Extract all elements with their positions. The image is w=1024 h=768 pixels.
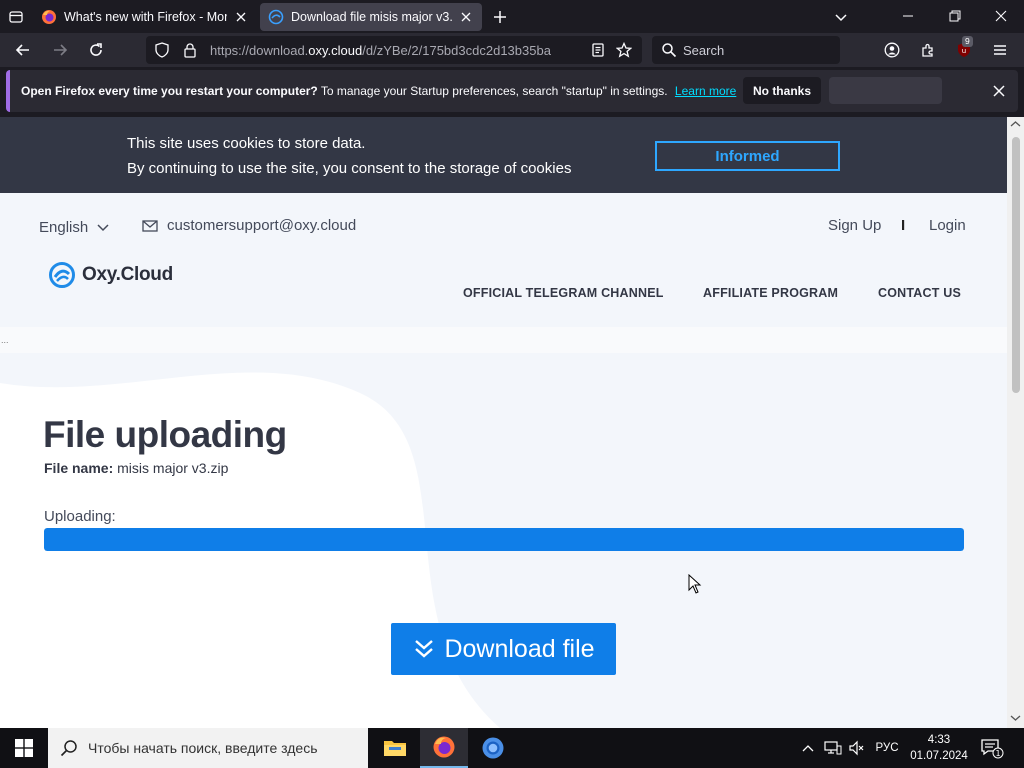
- oxy-cloud-logo[interactable]: Oxy.Cloud: [48, 261, 173, 289]
- vertical-scrollbar[interactable]: [1007, 117, 1024, 728]
- no-thanks-button[interactable]: No thanks: [743, 77, 821, 104]
- notification-text: To manage your Startup preferences, sear…: [320, 84, 668, 98]
- input-language-indicator[interactable]: РУС: [870, 728, 904, 768]
- logo-icon: [49, 262, 75, 288]
- search-icon: [60, 739, 78, 762]
- reader-view-icon[interactable]: [590, 42, 606, 63]
- network-icon[interactable]: [822, 728, 844, 768]
- upload-progress-bar: [44, 528, 964, 551]
- taskbar-search-placeholder: Чтобы начать поиск, введите здесь: [88, 740, 318, 756]
- file-name-label: File name:: [44, 460, 114, 476]
- support-email: customersupport@oxy.cloud: [167, 217, 357, 234]
- close-tab-icon[interactable]: [458, 9, 474, 25]
- account-icon[interactable]: [878, 37, 906, 63]
- extension-badge: 9: [962, 36, 973, 47]
- back-arrow-icon[interactable]: [9, 37, 37, 63]
- extensions-icon[interactable]: [914, 37, 942, 63]
- chrome-icon[interactable]: [469, 728, 517, 768]
- windows-start-icon[interactable]: [0, 728, 48, 768]
- language-label: English: [39, 219, 89, 236]
- search-bar[interactable]: Search: [652, 36, 840, 64]
- language-selector[interactable]: English: [39, 219, 110, 236]
- url-path: /d/zYBe/2/175bd3cdc2d13b35ba: [362, 43, 551, 58]
- envelope-icon: [142, 219, 158, 232]
- tab-title: Download file misis major v3.zip: [291, 10, 452, 24]
- oxy-cloud-icon: [268, 9, 284, 25]
- startup-notification-bar: Open Firefox every time you restart your…: [6, 70, 1018, 112]
- scroll-up-arrow-icon[interactable]: [1010, 120, 1021, 128]
- double-chevron-down-icon: [415, 640, 434, 658]
- menu-contact-us[interactable]: CONTACT US: [878, 286, 961, 300]
- page-title: File uploading: [43, 414, 287, 455]
- header-separator: I: [901, 217, 906, 234]
- informed-button[interactable]: Informed: [655, 141, 840, 171]
- url-text[interactable]: https://download.oxy.cloud/d/zYBe/2/175b…: [210, 43, 584, 58]
- notification-count: 1: [995, 749, 1000, 758]
- cookie-banner: This site uses cookies to store data. By…: [0, 117, 1007, 193]
- logo-text: Oxy.Cloud: [82, 264, 173, 285]
- close-window-icon[interactable]: [978, 0, 1024, 32]
- support-email-link[interactable]: customersupport@oxy.cloud: [142, 217, 356, 234]
- url-prefix: https://download.: [210, 43, 309, 58]
- taskbar-search-box[interactable]: Чтобы начать поиск, введите здесь: [48, 728, 368, 768]
- tracking-shield-icon[interactable]: [154, 42, 170, 63]
- chevron-down-icon: [97, 223, 109, 231]
- file-explorer-icon[interactable]: [371, 728, 419, 768]
- restore-icon[interactable]: [932, 0, 978, 32]
- download-button-label: Download file: [444, 634, 595, 663]
- chevron-up-icon[interactable]: [798, 728, 818, 768]
- minimize-icon[interactable]: [885, 0, 931, 32]
- svg-text:u: u: [962, 47, 966, 55]
- navigation-toolbar: https://download.oxy.cloud/d/zYBe/2/175b…: [0, 33, 1024, 67]
- tab-title: What's new with Firefox - More: [64, 10, 227, 24]
- windows-taskbar: Чтобы начать поиск, введите здесь РУС 4:…: [0, 728, 1024, 768]
- mouse-cursor-icon: [688, 574, 702, 594]
- notification-center-icon[interactable]: 1: [980, 737, 1004, 764]
- tab-download-file[interactable]: Download file misis major v3.zip: [260, 3, 482, 31]
- scroll-down-arrow-icon[interactable]: [1010, 714, 1021, 722]
- lock-icon[interactable]: [182, 42, 198, 63]
- file-name-row: File name: misis major v3.zip: [44, 460, 228, 476]
- bookmark-star-icon[interactable]: [615, 41, 633, 63]
- cookie-text-line1: This site uses cookies to store data.: [127, 135, 366, 152]
- firefox-icon: [41, 9, 57, 25]
- url-domain: oxy.cloud: [308, 43, 363, 58]
- close-tab-icon[interactable]: [233, 9, 249, 25]
- firefox-taskbar-icon[interactable]: [420, 728, 468, 768]
- scrollbar-thumb[interactable]: [1012, 137, 1020, 393]
- tab-list-icon[interactable]: [5, 6, 27, 28]
- close-icon[interactable]: [990, 82, 1008, 100]
- address-bar[interactable]: https://download.oxy.cloud/d/zYBe/2/175b…: [146, 36, 642, 64]
- reload-icon[interactable]: [82, 37, 110, 63]
- web-content: This site uses cookies to store data. By…: [0, 117, 1007, 728]
- tab-whats-new[interactable]: What's new with Firefox - More: [33, 3, 257, 31]
- forward-arrow-icon[interactable]: [46, 37, 74, 63]
- uploading-label: Uploading:: [44, 508, 116, 525]
- file-name-value: misis major v3.zip: [117, 460, 229, 476]
- notification-title: Open Firefox every time you restart your…: [21, 84, 318, 98]
- menu-telegram-channel[interactable]: OFFICIAL TELEGRAM CHANNEL: [463, 286, 664, 300]
- ellipsis-text: ...: [1, 335, 9, 345]
- new-tab-plus-icon[interactable]: [489, 6, 511, 28]
- clock-date: 01.07.2024: [910, 750, 968, 762]
- chevron-down-icon[interactable]: [830, 6, 852, 28]
- download-file-button[interactable]: Download file: [391, 623, 616, 675]
- cookie-text-line2: By continuing to use the site, you conse…: [127, 160, 572, 177]
- progress-fill: [44, 528, 964, 551]
- tab-strip: What's new with Firefox - More Download …: [0, 0, 1024, 33]
- notification-message: Open Firefox every time you restart your…: [21, 84, 736, 98]
- clock-time: 4:33: [927, 734, 951, 746]
- menu-affiliate-program[interactable]: AFFILIATE PROGRAM: [703, 286, 838, 300]
- hamburger-menu-icon[interactable]: [986, 37, 1014, 63]
- login-link[interactable]: Login: [929, 217, 966, 234]
- notification-action-button[interactable]: [829, 77, 942, 104]
- search-placeholder: Search: [683, 43, 725, 58]
- clock[interactable]: 4:33 01.07.2024: [906, 732, 972, 764]
- volume-muted-icon[interactable]: [846, 728, 868, 768]
- learn-more-link[interactable]: Learn more: [675, 84, 736, 98]
- search-icon: [661, 42, 677, 63]
- sign-up-link[interactable]: Sign Up: [828, 217, 881, 234]
